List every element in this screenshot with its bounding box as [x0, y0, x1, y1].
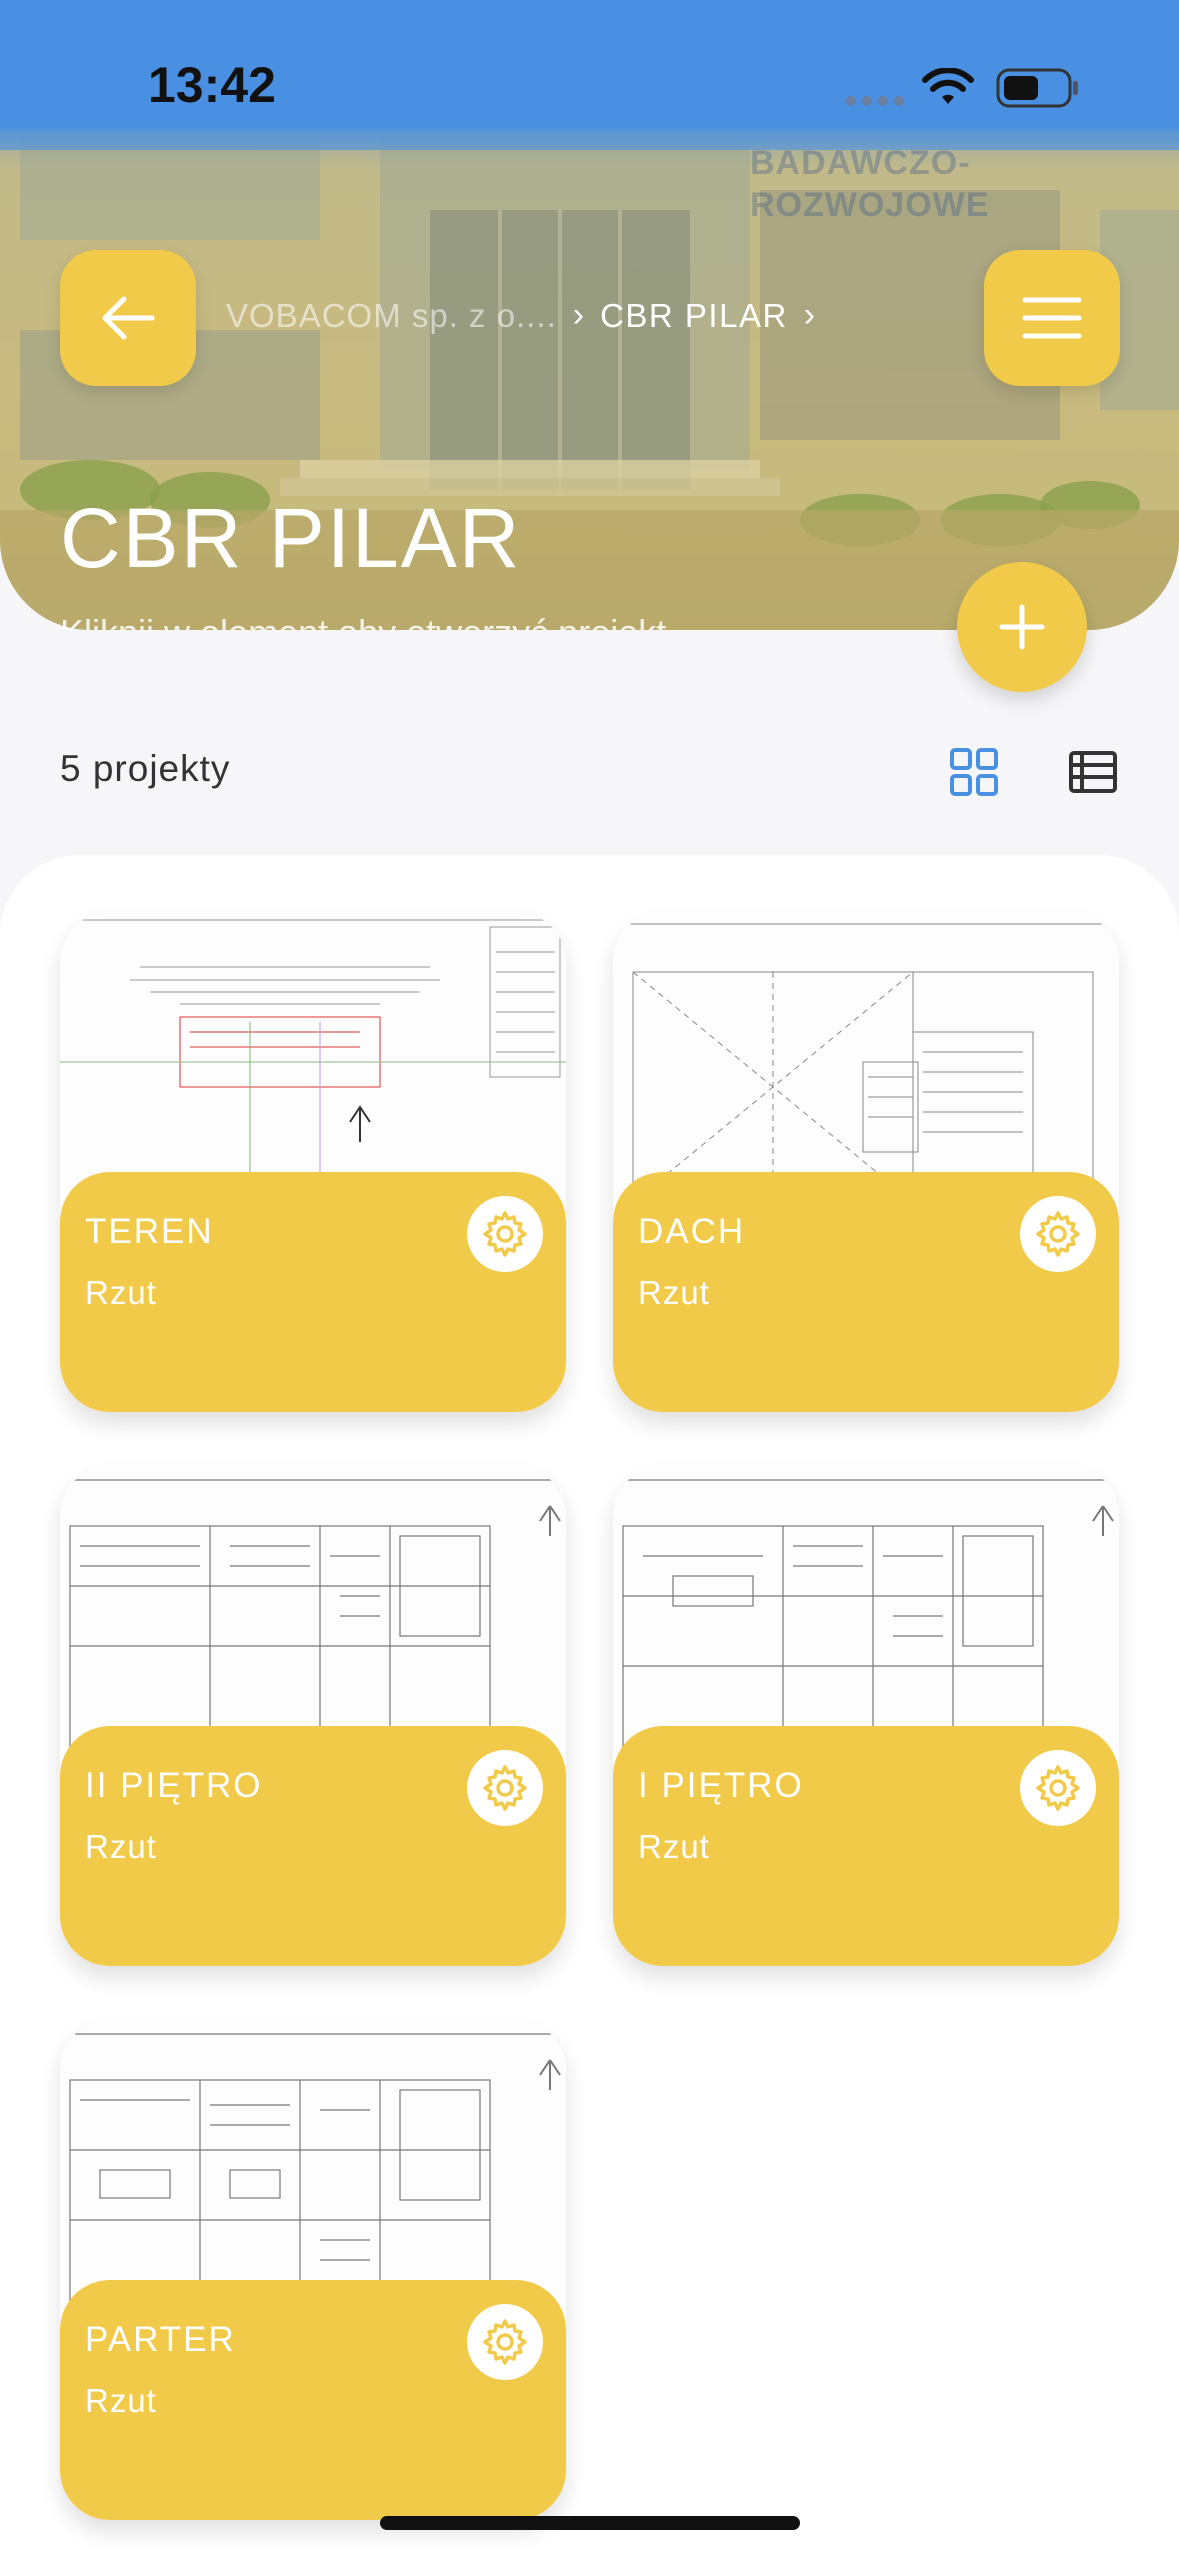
list-view-icon[interactable] [1068, 750, 1118, 794]
chevron-right-icon: › [572, 296, 585, 334]
floor-plan-thumbnail [613, 1466, 1119, 1756]
project-type: Rzut [85, 2382, 157, 2419]
hamburger-menu-icon [1022, 297, 1082, 339]
floor-plan-thumbnail [60, 1466, 566, 1756]
back-button[interactable] [60, 250, 196, 386]
wifi-icon [922, 68, 974, 104]
project-name: PARTER [85, 2320, 236, 2359]
project-info: II PIĘTRO Rzut [60, 1726, 566, 1966]
project-settings-button[interactable] [1020, 1750, 1096, 1826]
project-info: TEREN Rzut [60, 1172, 566, 1412]
add-project-button[interactable] [957, 562, 1087, 692]
background-sign: BADAWCZO- ROZWOJOWE [750, 142, 989, 226]
project-card[interactable]: DACH Rzut [613, 912, 1119, 1412]
project-type: Rzut [85, 1274, 157, 1311]
project-name: I PIĘTRO [638, 1766, 804, 1805]
battery-icon [996, 68, 1078, 108]
breadcrumb-parent[interactable]: VOBACOM sp. z o.... [226, 297, 557, 335]
project-type: Rzut [638, 1828, 710, 1865]
gear-icon [483, 2319, 527, 2365]
project-name: II PIĘTRO [85, 1766, 263, 1805]
gear-icon [1036, 1765, 1080, 1811]
gear-icon [483, 1765, 527, 1811]
page-subtitle: Kliknij w element aby otworzyć projekt [60, 612, 666, 630]
project-info: DACH Rzut [613, 1172, 1119, 1412]
project-card[interactable]: TEREN Rzut [60, 912, 566, 1412]
project-type: Rzut [638, 1274, 710, 1311]
project-info: I PIĘTRO Rzut [613, 1726, 1119, 1966]
project-settings-button[interactable] [1020, 1196, 1096, 1272]
floor-plan-thumbnail [60, 2020, 566, 2310]
project-info: PARTER Rzut [60, 2280, 566, 2520]
gear-icon [483, 1211, 527, 1257]
cellular-signal-icon [846, 96, 904, 106]
floor-plan-thumbnail [613, 912, 1119, 1202]
breadcrumb-current[interactable]: CBR PILAR [600, 297, 788, 335]
project-type: Rzut [85, 1828, 157, 1865]
arrow-left-icon [102, 296, 155, 340]
project-card[interactable]: II PIĘTRO Rzut [60, 1466, 566, 1966]
project-card[interactable]: PARTER Rzut [60, 2020, 566, 2520]
project-count: 5 projekty [60, 748, 231, 789]
floor-plan-thumbnail [60, 912, 566, 1202]
menu-button[interactable] [984, 250, 1120, 386]
project-settings-button[interactable] [467, 1196, 543, 1272]
breadcrumb: VOBACOM sp. z o.... › CBR PILAR › [226, 296, 815, 335]
background-sign-line-2: ROZWOJOWE [750, 186, 990, 224]
gear-icon [1036, 1211, 1080, 1257]
chevron-right-icon: › [803, 296, 816, 334]
grid-view-icon[interactable] [944, 742, 1004, 802]
page-title: CBR PILAR [60, 491, 522, 585]
home-indicator[interactable] [380, 2516, 800, 2530]
project-settings-button[interactable] [467, 1750, 543, 1826]
status-time: 13:42 [148, 57, 276, 113]
project-name: TEREN [85, 1212, 214, 1251]
plus-icon [999, 604, 1045, 650]
project-card[interactable]: I PIĘTRO Rzut [613, 1466, 1119, 1966]
project-name: DACH [638, 1212, 746, 1251]
project-settings-button[interactable] [467, 2304, 543, 2380]
